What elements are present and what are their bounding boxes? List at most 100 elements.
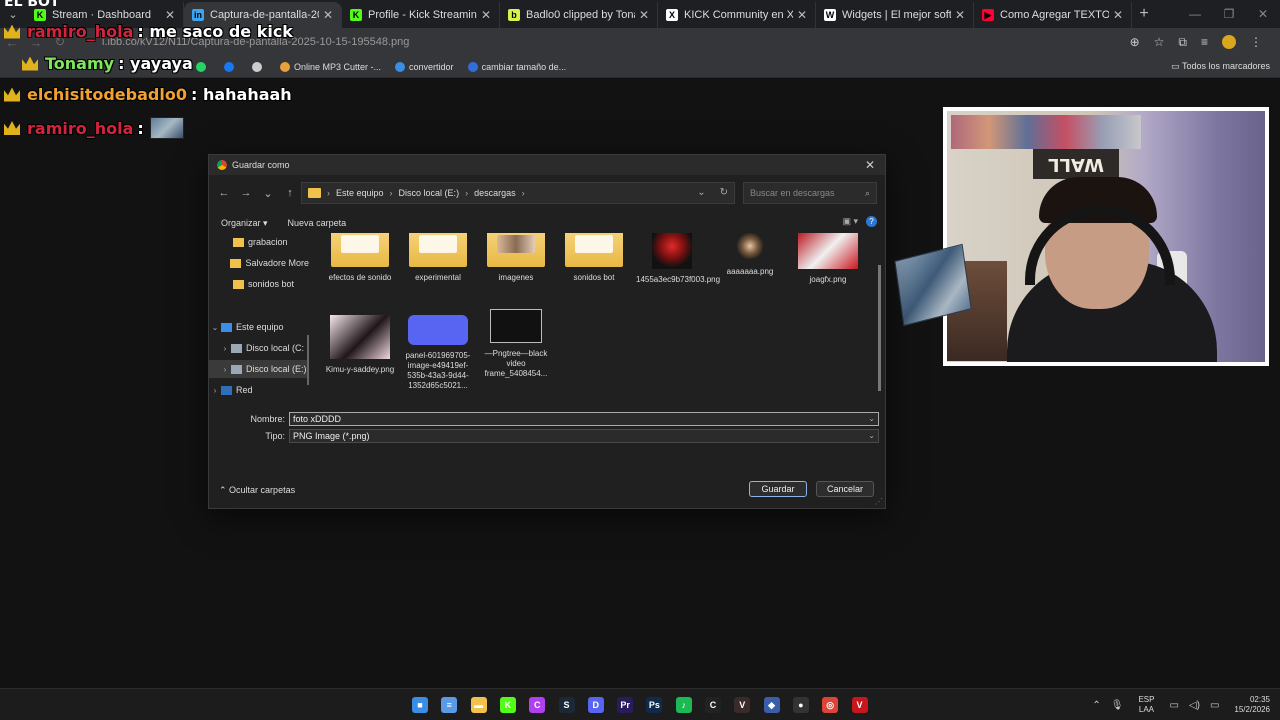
tab-close-icon[interactable]: ✕ (165, 8, 175, 22)
expand-chevron-icon[interactable]: › (219, 344, 231, 353)
maximize-icon[interactable]: ❐ (1212, 0, 1246, 28)
crumb-descargas[interactable]: descargas (474, 188, 516, 198)
new-folder-button[interactable]: Nueva carpeta (288, 218, 347, 228)
microphone-icon[interactable]: 🎙 (1111, 700, 1124, 711)
whatsapp-icon[interactable] (196, 61, 210, 72)
resize-grip-icon[interactable]: ⋰ (875, 497, 883, 506)
nav-item[interactable]: › Disco local (E:) (209, 360, 309, 378)
file-item[interactable]: 1455a3ec9b73f003.png (636, 233, 720, 285)
nav-item[interactable]: sonidos bot (209, 275, 309, 293)
refresh-icon[interactable]: ↻ (720, 187, 728, 198)
recent-locations-icon[interactable]: ⌄ (257, 187, 279, 200)
menu-dots-icon[interactable]: ⋮ (1250, 35, 1262, 50)
file-item[interactable]: efectos de sonido (324, 233, 396, 283)
bookmark-item[interactable]: cambiar tamaño de... (467, 61, 566, 72)
tab-close-icon[interactable]: ✕ (955, 8, 965, 22)
file-item[interactable]: experimental (402, 233, 474, 283)
zoom-icon[interactable]: ⊕ (1130, 35, 1140, 50)
language-indicator[interactable]: ESP LAA (1138, 695, 1154, 715)
path-breadcrumb[interactable]: › Este equipo › Disco local (E:) › desca… (301, 182, 735, 204)
hide-folders-toggle[interactable]: ⌃ Ocultar carpetas (219, 485, 295, 496)
reading-list-icon[interactable]: ≡ (1201, 35, 1208, 50)
bookmark-star-icon[interactable]: ☆ (1154, 35, 1165, 50)
save-button[interactable]: Guardar (749, 481, 807, 497)
forward-arrow-icon[interactable]: → (235, 187, 257, 199)
profile-avatar[interactable] (1222, 34, 1236, 49)
help-icon[interactable]: ? (866, 216, 877, 227)
voice-app-icon[interactable]: V (851, 697, 868, 713)
filename-input[interactable]: foto xDDDD ⌄ (289, 412, 879, 426)
browser-tab[interactable]: X KICK Community en X: "stream ✕ (658, 2, 816, 28)
organize-button[interactable]: Organizar ▾ (221, 218, 268, 229)
capcut-icon[interactable]: C (705, 697, 721, 713)
nav-item[interactable]: ⌄ Este equipo (209, 318, 309, 336)
premiere-icon[interactable]: Pr (617, 697, 634, 713)
obs-icon[interactable]: ● (792, 697, 809, 713)
path-dropdown-icon[interactable]: ⌄ (697, 187, 705, 198)
bookmark-item[interactable]: Online MP3 Cutter -... (280, 61, 381, 72)
file-item[interactable]: imagenes (480, 233, 552, 283)
discord-icon[interactable]: D (587, 697, 604, 713)
notepad-icon[interactable]: ≡ (441, 697, 458, 713)
app-v-icon[interactable]: V (734, 697, 751, 713)
windows-start-icon[interactable]: ■ (412, 697, 428, 713)
steam-icon[interactable]: S (558, 697, 575, 713)
expand-chevron-icon[interactable]: › (209, 386, 221, 395)
filetype-dropdown-icon[interactable]: ⌄ (868, 430, 875, 442)
file-item[interactable]: Kimu-y-saddey.png (324, 315, 396, 375)
tab-close-icon[interactable]: ✕ (797, 8, 807, 22)
tab-close-icon[interactable]: ✕ (323, 8, 333, 22)
tab-close-icon[interactable]: ✕ (1113, 8, 1123, 22)
dialog-close-button[interactable]: ✕ (855, 158, 885, 172)
volume-icon[interactable]: ◁) (1189, 700, 1200, 711)
back-arrow-icon[interactable]: ← (213, 187, 235, 199)
crumb-drive[interactable]: Disco local (E:) (399, 188, 460, 198)
browser-tab[interactable]: b Badlo0 clipped by Tonamy ✕ (500, 2, 658, 28)
nav-scrollbar[interactable] (307, 335, 309, 385)
bookmark-item[interactable]: convertidor (395, 61, 454, 72)
app-diamond-icon[interactable]: ◆ (763, 697, 780, 713)
nav-item[interactable]: grabacion (209, 233, 309, 251)
facebook-icon[interactable] (224, 61, 238, 72)
chrome-icon[interactable]: ◎ (822, 697, 839, 713)
file-item[interactable]: joagfx.png (792, 233, 864, 285)
file-item[interactable]: —Pngtree—black video frame_5408454... (480, 309, 552, 379)
filename-dropdown-icon[interactable]: ⌄ (868, 413, 875, 425)
tab-close-icon[interactable]: ✕ (639, 8, 649, 22)
network-icon[interactable]: ▭ (1169, 700, 1178, 711)
extensions-icon[interactable]: ⧉ (1178, 35, 1187, 50)
file-scrollbar[interactable] (878, 265, 881, 391)
search-input[interactable]: Buscar en descargas ⌕ (743, 182, 877, 204)
spotify-icon[interactable]: ♪ (675, 697, 692, 713)
tab-favicon-icon: ▶ (982, 9, 994, 21)
minimize-icon[interactable]: — (1178, 0, 1212, 28)
new-tab-button[interactable]: + (1132, 5, 1156, 23)
crumb-this-pc[interactable]: Este equipo (336, 188, 384, 198)
nav-item[interactable]: › Disco local (C: (209, 339, 309, 357)
tray-chevron-icon[interactable]: ⌃ (1092, 700, 1100, 711)
kick-icon[interactable]: K (499, 697, 516, 713)
expand-chevron-icon[interactable]: ⌄ (209, 323, 221, 332)
battery-icon[interactable]: ▭ (1210, 700, 1219, 711)
expand-chevron-icon[interactable]: › (219, 365, 231, 374)
browser-tab[interactable]: ▶ Como Agregar TEXTO a VOZ a ✕ (974, 2, 1132, 28)
file-item[interactable]: panel-601969705-image-e49419ef-535b-43a3… (402, 315, 474, 391)
browser-tab[interactable]: W Widgets | El mejor software pa ✕ (816, 2, 974, 28)
file-item[interactable]: sonidos bot (558, 233, 630, 283)
app-purple-icon[interactable]: C (529, 697, 546, 713)
chatgpt-icon[interactable] (252, 61, 266, 72)
nav-item[interactable]: › Red (209, 381, 309, 399)
nav-item[interactable]: Salvadore More (209, 254, 309, 272)
tab-close-icon[interactable]: ✕ (481, 8, 491, 22)
file-item[interactable]: aaaaaaa.png (714, 233, 786, 277)
up-arrow-icon[interactable]: ↑ (279, 187, 301, 199)
file-explorer-icon[interactable]: ▬ (470, 697, 487, 713)
view-mode-icon[interactable]: ▣ ▾ (842, 216, 858, 227)
all-bookmarks[interactable]: ▭ Todos los marcadores (1171, 61, 1270, 72)
photoshop-icon[interactable]: Ps (646, 697, 663, 713)
clock[interactable]: 02:35 15/2/2026 (1234, 695, 1270, 715)
close-window-icon[interactable]: ✕ (1246, 0, 1280, 28)
filetype-select[interactable]: PNG Image (*.png) ⌄ (289, 429, 879, 443)
cancel-button[interactable]: Cancelar (816, 481, 874, 497)
browser-tab[interactable]: K Profile - Kick Streaming ✕ (342, 2, 500, 28)
